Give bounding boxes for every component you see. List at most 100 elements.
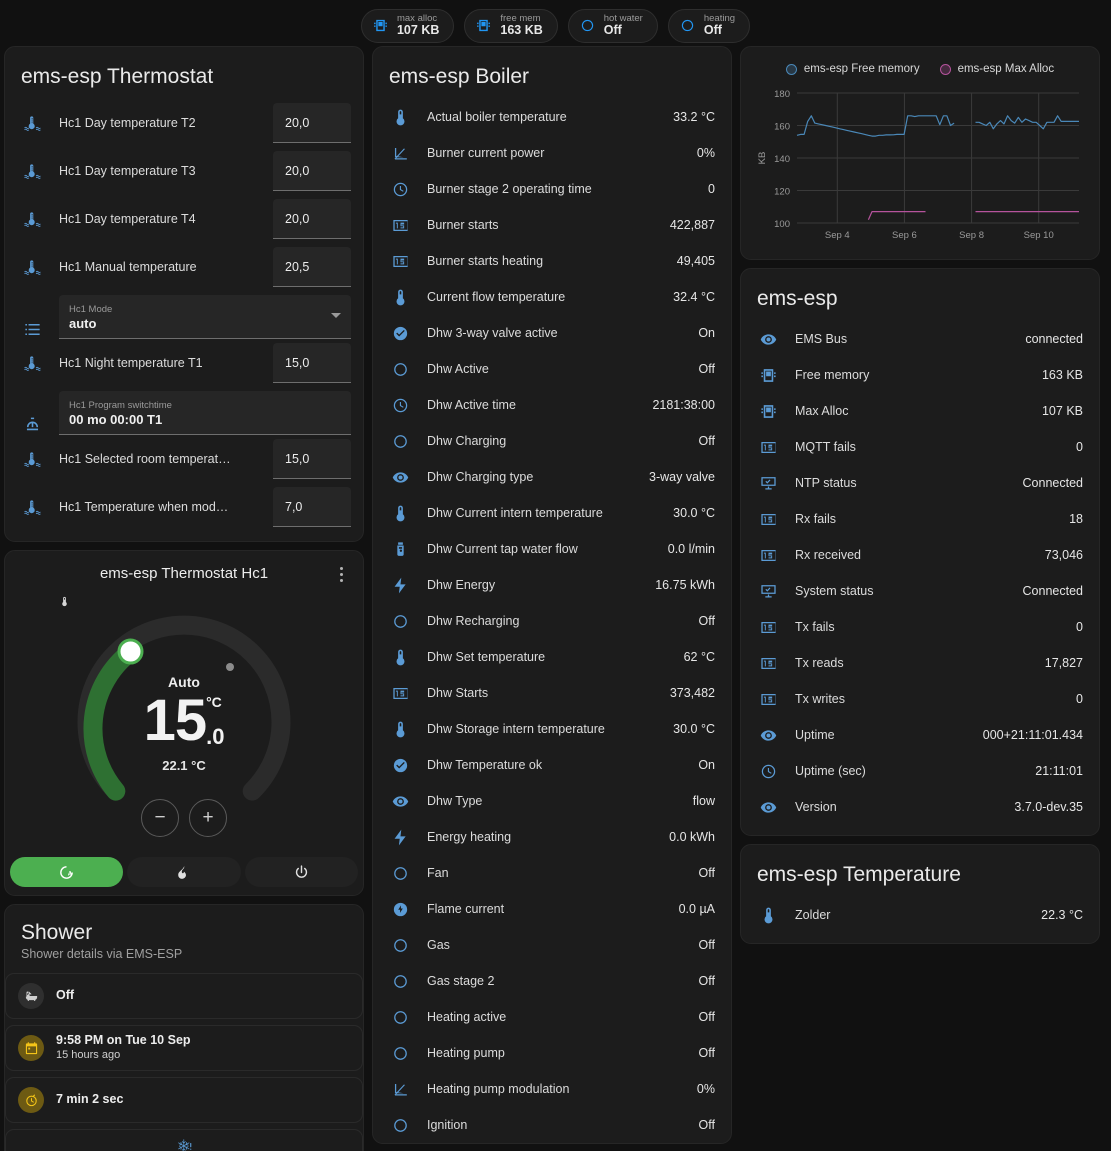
entity-row[interactable]: Rx fails18: [741, 501, 1099, 537]
entity-row[interactable]: System statusConnected: [741, 573, 1099, 609]
entity-value: 73,046: [1045, 548, 1083, 562]
entity-row[interactable]: Dhw 3-way valve activeOn: [373, 315, 731, 351]
entity-row[interactable]: Dhw Temperature okOn: [373, 747, 731, 783]
number-input[interactable]: 20,5: [273, 247, 351, 287]
entity-row[interactable]: Uptime000+21:11:01.434: [741, 717, 1099, 753]
entity-row[interactable]: Current flow temperature32.4 °C: [373, 279, 731, 315]
entity-row[interactable]: FanOff: [373, 855, 731, 891]
entity-value: Off: [699, 1010, 715, 1024]
number-input[interactable]: 20,0: [273, 103, 351, 143]
entity-row[interactable]: MQTT fails0: [741, 429, 1099, 465]
entity-row[interactable]: Burner starts422,887: [373, 207, 731, 243]
number-input[interactable]: 7,0: [273, 487, 351, 527]
entity-row[interactable]: Tx fails0: [741, 609, 1099, 645]
legend-item[interactable]: ems-esp Free memory: [786, 63, 920, 75]
entity-value: Off: [699, 1118, 715, 1132]
number-input[interactable]: 20,0: [273, 199, 351, 239]
number-row[interactable]: Hc1 Temperature when mod…7,0: [5, 483, 363, 531]
entity-row[interactable]: Tx writes0: [741, 681, 1099, 717]
entity-row[interactable]: Dhw Storage intern temperature30.0 °C: [373, 711, 731, 747]
hc1-switchtime-row[interactable]: Hc1 Program switchtime 00 mo 00:00 T1: [5, 387, 363, 435]
number-label: Hc1 Manual temperature: [43, 260, 273, 274]
mode-auto-button[interactable]: [10, 857, 123, 887]
entity-row[interactable]: EMS Busconnected: [741, 321, 1099, 357]
entity-row[interactable]: Max Alloc107 KB: [741, 393, 1099, 429]
entity-row[interactable]: Heating pumpOff: [373, 1035, 731, 1071]
entity-row[interactable]: Dhw ActiveOff: [373, 351, 731, 387]
entity-row[interactable]: Free memory163 KB: [741, 357, 1099, 393]
entity-row[interactable]: Heating activeOff: [373, 999, 731, 1035]
entity-row[interactable]: Heating pump modulation0%: [373, 1071, 731, 1107]
number-row[interactable]: Hc1 Selected room temperat…15,0: [5, 435, 363, 483]
number-row[interactable]: Hc1 Night temperature T115,0: [5, 339, 363, 387]
entity-row[interactable]: Dhw Set temperature62 °C: [373, 639, 731, 675]
entity-row[interactable]: Flame current0.0 µA: [373, 891, 731, 927]
legend-item[interactable]: ems-esp Max Alloc: [940, 63, 1055, 75]
shower-row[interactable]: 7 min 2 sec: [5, 1077, 363, 1123]
shower-row[interactable]: Off: [5, 973, 363, 1019]
thermometer-icon: [389, 108, 411, 127]
circle-outline-icon: [389, 972, 411, 991]
chevron-down-icon[interactable]: [331, 313, 341, 318]
entity-value: 30.0 °C: [673, 722, 715, 736]
entity-row[interactable]: Burner current power0%: [373, 135, 731, 171]
badge-free-mem[interactable]: free mem163 KB: [464, 9, 557, 43]
number-row[interactable]: Hc1 Day temperature T320,0: [5, 147, 363, 195]
entity-label: Free memory: [779, 368, 1042, 382]
water-flow-icon: [389, 540, 411, 559]
entity-value: 16.75 kWh: [655, 578, 715, 592]
badge-heating[interactable]: heatingOff: [668, 9, 750, 43]
entity-row[interactable]: Uptime (sec)21:11:01: [741, 753, 1099, 789]
kebab-menu-icon[interactable]: [333, 565, 349, 583]
entity-row[interactable]: Actual boiler temperature33.2 °C: [373, 99, 731, 135]
chip-icon: [757, 366, 779, 385]
entity-row[interactable]: Dhw Charging type3-way valve: [373, 459, 731, 495]
number-label: Hc1 Temperature when mod…: [43, 500, 273, 514]
entity-row[interactable]: Burner starts heating49,405: [373, 243, 731, 279]
number-row[interactable]: Hc1 Manual temperature20,5: [5, 243, 363, 291]
entity-row[interactable]: Dhw RechargingOff: [373, 603, 731, 639]
number-input[interactable]: 20,0: [273, 151, 351, 191]
hc1-mode-select[interactable]: Hc1 Mode auto: [59, 295, 351, 339]
entity-row[interactable]: Dhw Current tap water flow0.0 l/min: [373, 531, 731, 567]
entity-row[interactable]: NTP statusConnected: [741, 465, 1099, 501]
hc1-switchtime-field[interactable]: Hc1 Program switchtime 00 mo 00:00 T1: [59, 391, 351, 435]
entity-row[interactable]: Zolder22.3 °C: [741, 897, 1099, 933]
entity-value: Off: [699, 362, 715, 376]
thermometer-lines-icon: [21, 210, 43, 229]
entity-row[interactable]: Gas stage 2Off: [373, 963, 731, 999]
circle-outline-icon: [389, 432, 411, 451]
entity-row[interactable]: Burner stage 2 operating time0: [373, 171, 731, 207]
entity-row[interactable]: Energy heating0.0 kWh: [373, 819, 731, 855]
chart-plot[interactable]: 100120140160180Sep 4Sep 6Sep 8Sep 10KB: [751, 83, 1091, 253]
temperature-increase-button[interactable]: +: [189, 799, 227, 837]
shower-footer-row[interactable]: [5, 1129, 363, 1151]
mode-off-button[interactable]: [245, 857, 358, 887]
entity-row[interactable]: Dhw ChargingOff: [373, 423, 731, 459]
badge-max-alloc[interactable]: max alloc107 KB: [361, 9, 454, 43]
entity-row[interactable]: Dhw Active time2181:38:00: [373, 387, 731, 423]
legend-swatch: [940, 64, 951, 75]
number-input[interactable]: 15,0: [273, 343, 351, 383]
svg-text:Sep 4: Sep 4: [825, 230, 850, 241]
entity-row[interactable]: GasOff: [373, 927, 731, 963]
entity-row[interactable]: Dhw Starts373,482: [373, 675, 731, 711]
number-input[interactable]: 15,0: [273, 439, 351, 479]
entity-label: Version: [779, 800, 1014, 814]
entity-row[interactable]: Version3.7.0-dev.35: [741, 789, 1099, 825]
entity-value: Off: [699, 974, 715, 988]
hc1-mode-row[interactable]: Hc1 Mode auto: [5, 291, 363, 339]
temperature-decrease-button[interactable]: −: [141, 799, 179, 837]
entity-row[interactable]: Rx received73,046: [741, 537, 1099, 573]
number-row[interactable]: Hc1 Day temperature T220,0: [5, 99, 363, 147]
entity-row[interactable]: Dhw Energy16.75 kWh: [373, 567, 731, 603]
entity-row[interactable]: Dhw Current intern temperature30.0 °C: [373, 495, 731, 531]
badge-hot-water[interactable]: hot waterOff: [568, 9, 658, 43]
entity-row[interactable]: IgnitionOff: [373, 1107, 731, 1143]
entity-label: Tx writes: [779, 692, 1076, 706]
number-row[interactable]: Hc1 Day temperature T420,0: [5, 195, 363, 243]
entity-row[interactable]: Dhw Typeflow: [373, 783, 731, 819]
mode-heat-button[interactable]: [127, 857, 240, 887]
entity-row[interactable]: Tx reads17,827: [741, 645, 1099, 681]
shower-row[interactable]: 9:58 PM on Tue 10 Sep15 hours ago: [5, 1025, 363, 1071]
